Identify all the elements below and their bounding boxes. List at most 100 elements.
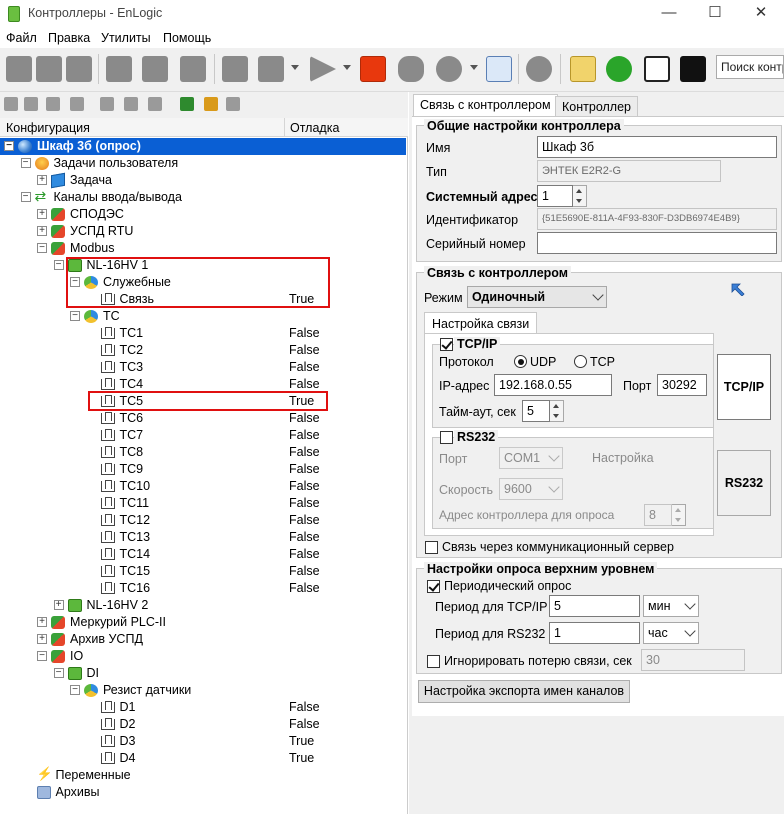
tree-row[interactable]: − Задачи пользователя (0, 155, 406, 172)
comm-server-checkbox[interactable] (425, 541, 438, 554)
ignore-loss-checkbox[interactable] (427, 655, 440, 668)
controller-search-input[interactable]: Поиск контр (716, 55, 784, 79)
expand-icon[interactable]: + (37, 634, 47, 644)
tcp-radio[interactable] (574, 355, 587, 368)
timeout-spinner[interactable] (550, 400, 564, 422)
collapse-icon[interactable]: − (37, 651, 47, 661)
udp-radio[interactable] (514, 355, 527, 368)
tcp-period-input[interactable]: 5 (549, 595, 640, 617)
tree-row[interactable]: TC3 False (0, 359, 406, 376)
tcp-period-unit-select[interactable]: мин (643, 595, 699, 617)
speed-select[interactable]: 9600 (499, 478, 563, 500)
tree-row[interactable]: TC13 False (0, 529, 406, 546)
expand-icon[interactable]: + (37, 175, 47, 185)
tree-row[interactable]: TC9 False (0, 461, 406, 478)
paste-icon[interactable] (180, 56, 206, 82)
tree-row[interactable]: D3 True (0, 733, 406, 750)
system-address-spinner[interactable] (573, 185, 587, 207)
tree-row[interactable]: TC12 False (0, 512, 406, 529)
tree-row[interactable]: TC11 False (0, 495, 406, 512)
tcpip-checkbox[interactable] (440, 338, 453, 351)
tree-row[interactable]: − Каналы ввода/вывода (0, 188, 406, 206)
compile-icon[interactable] (258, 56, 284, 82)
tree-row[interactable]: − Modbus (0, 240, 406, 257)
menu-help[interactable]: Помощь (163, 31, 211, 45)
record-dropdown-icon[interactable] (470, 65, 478, 70)
tree-row[interactable]: + Задача (0, 172, 406, 189)
refresh-icon[interactable] (606, 56, 632, 82)
tree-tool-2-icon[interactable] (24, 97, 38, 111)
tree-row[interactable]: + СПОДЭС (0, 206, 406, 223)
tree-row[interactable]: D4 True (0, 750, 406, 767)
name-input[interactable]: Шкаф 3б (537, 136, 777, 158)
report-icon[interactable] (570, 56, 596, 82)
tree-tool-3-icon[interactable] (46, 97, 60, 111)
minimize-button[interactable]: — (646, 0, 692, 28)
export-names-button[interactable]: Настройка экспорта имен каналов (418, 680, 630, 703)
tree-row[interactable]: D2 False (0, 716, 406, 733)
run-icon[interactable] (310, 56, 336, 82)
list-icon[interactable] (644, 56, 670, 82)
tree-row[interactable]: − DI (0, 665, 406, 682)
save-icon[interactable] (66, 56, 92, 82)
tree-row[interactable]: − Резист датчики (0, 682, 406, 699)
tree-row[interactable]: Переменные (0, 766, 406, 784)
ip-address-input[interactable]: 192.168.0.55 (494, 374, 612, 396)
collapse-icon[interactable]: − (4, 141, 14, 151)
tree-row[interactable]: − IO (0, 648, 406, 665)
tree-tool-1-icon[interactable] (4, 97, 18, 111)
rs232-mode-button[interactable]: RS232 (717, 450, 771, 516)
tree-tool-7-icon[interactable] (148, 97, 162, 111)
collapse-icon[interactable]: − (53, 668, 64, 678)
run-dropdown-icon[interactable] (343, 65, 351, 70)
collapse-icon[interactable]: − (70, 685, 80, 695)
expand-icon[interactable]: + (37, 617, 47, 627)
settings-icon[interactable] (526, 56, 552, 82)
debug-icon[interactable] (398, 56, 424, 82)
open-icon[interactable] (36, 56, 62, 82)
rs-period-unit-select[interactable]: час (643, 622, 699, 644)
timeout-input[interactable]: 5 (522, 400, 550, 422)
mode-select[interactable]: Одиночный (467, 286, 607, 308)
tree-row[interactable]: TC15 False (0, 563, 406, 580)
collapse-icon[interactable]: − (53, 260, 64, 270)
expand-icon[interactable]: + (53, 600, 64, 610)
menu-edit[interactable]: Правка (48, 31, 90, 45)
tree-delete-icon[interactable] (226, 97, 240, 111)
rs232-checkbox[interactable] (440, 431, 453, 444)
close-button[interactable]: ✕ (738, 0, 784, 28)
tcpip-mode-button[interactable]: TCP/IP (717, 354, 771, 420)
tab-controller[interactable]: Контроллер (555, 96, 638, 116)
system-address-input[interactable]: 1 (537, 185, 573, 207)
port-input[interactable]: 30292 (657, 374, 707, 396)
collapse-icon[interactable]: − (37, 243, 47, 253)
tree-row[interactable]: TC10 False (0, 478, 406, 495)
tree-row[interactable]: D1 False (0, 699, 406, 716)
tree-row[interactable]: − TC (0, 308, 406, 325)
collapse-icon[interactable]: − (20, 158, 31, 168)
record-icon[interactable] (436, 56, 462, 82)
column-debug[interactable]: Отладка (290, 121, 339, 135)
maximize-button[interactable]: ☐ (692, 0, 738, 28)
tree-row[interactable]: Архивы (0, 784, 406, 801)
tree-tool-6-icon[interactable] (124, 97, 138, 111)
expand-icon[interactable]: + (37, 226, 47, 236)
tree-row[interactable]: TC16 False (0, 580, 406, 597)
tree-tool-5-icon[interactable] (100, 97, 114, 111)
stop-icon[interactable] (360, 56, 386, 82)
tree-row[interactable]: TC14 False (0, 546, 406, 563)
tree-row[interactable]: + Меркурий PLC-II (0, 614, 406, 631)
collapse-icon[interactable]: − (20, 192, 31, 202)
tree-tool-8-icon[interactable] (180, 97, 194, 111)
menu-utilities[interactable]: Утилиты (101, 31, 151, 45)
tree-row[interactable]: + УСПД RTU (0, 223, 406, 240)
tree-row[interactable]: − Шкаф 3б (опрос) (0, 138, 406, 155)
console-icon[interactable] (680, 56, 706, 82)
document-icon[interactable] (486, 56, 512, 82)
serial-number-input[interactable] (537, 232, 777, 254)
tree-row[interactable]: TC1 False (0, 325, 406, 342)
poll-address-input[interactable]: 8 (644, 504, 672, 526)
tree-tool-4-icon[interactable] (70, 97, 84, 111)
tree-row[interactable]: TC7 False (0, 427, 406, 444)
copy-icon[interactable] (142, 56, 168, 82)
